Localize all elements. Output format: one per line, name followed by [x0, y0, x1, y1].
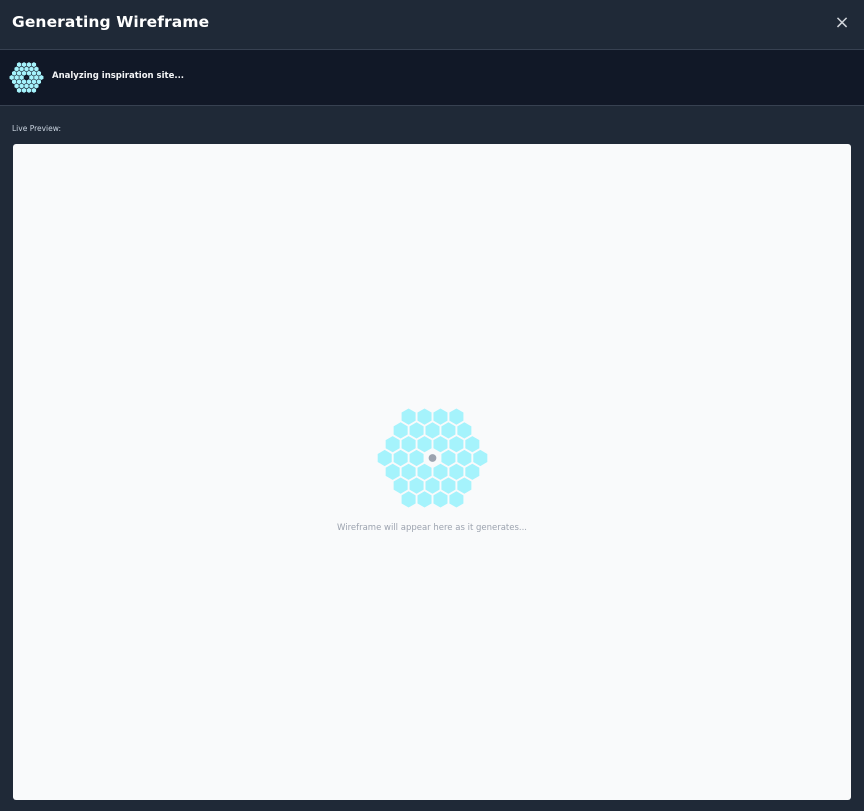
spinner-hex-cell — [449, 408, 464, 425]
spinner-hex-cell — [14, 66, 19, 72]
spinner-hex-cell — [9, 74, 14, 81]
generating-wireframe-dialog: Generating Wireframe × Analyzing inspira… — [0, 0, 864, 811]
spinner-hex-cell — [393, 477, 408, 494]
spinner-hex-cell — [409, 422, 424, 439]
spinner-hex-cell — [16, 62, 22, 68]
spinner-hex-cell — [16, 87, 22, 93]
spinner-hex-cell — [433, 463, 448, 480]
spinner-hex-cell — [36, 79, 42, 85]
spinner-hex-cell — [417, 408, 432, 425]
spinner-hex-cell — [417, 463, 432, 480]
spinner-hex-cell — [34, 74, 39, 81]
dialog-title: Generating Wireframe — [12, 13, 210, 31]
spinner-hex-cell — [425, 477, 440, 494]
spinner-hex-cell — [425, 422, 440, 439]
spinner-hex-cell — [401, 436, 416, 453]
spinner-hex-cell — [31, 87, 37, 93]
spinner-hex-cell — [34, 83, 39, 89]
hexagon-spinner-icon — [9, 62, 44, 93]
hexagon-spinner-icon — [377, 408, 488, 508]
spinner-hex-cell — [39, 74, 44, 81]
spinner-hex-cell — [449, 491, 464, 508]
dialog-header: Generating Wireframe × — [0, 0, 864, 50]
spinner-hex-cell — [465, 436, 480, 453]
spinner-hex-cell — [26, 70, 32, 76]
spinner-hex-cell — [14, 74, 19, 81]
spinner-hex-cell — [385, 436, 400, 453]
spinner-hex-cell — [16, 79, 22, 85]
spinner-hex-cell — [385, 463, 400, 480]
preview-placeholder-message: Wireframe will appear here as it generat… — [336, 523, 528, 533]
spinner-hex-cell — [449, 463, 464, 480]
spinner-hex-cell — [433, 491, 448, 508]
spinner-hex-cell — [465, 463, 480, 480]
spinner-hex-cell — [11, 79, 17, 85]
spinner-hex-cell — [377, 449, 392, 467]
spinner-hex-cell — [19, 74, 24, 81]
status-bar: Analyzing inspiration site... — [0, 50, 864, 106]
live-preview-label: Live Preview: — [12, 124, 62, 133]
spinner-center-dot — [25, 76, 28, 79]
spinner-hex-cell — [16, 70, 22, 76]
spinner-hex-cell — [401, 463, 416, 480]
spinner-hex-cell — [14, 83, 19, 89]
spinner-hex-cell — [11, 70, 17, 76]
spinner-hex-cell — [441, 477, 456, 494]
spinner-hex-cell — [417, 436, 432, 453]
spinner-hex-cell — [29, 66, 34, 72]
spinner-hex-cell — [473, 449, 488, 467]
spinner-hex-cell — [31, 79, 37, 85]
spinner-hex-cell — [29, 83, 34, 89]
spinner-hex-cell — [401, 491, 416, 508]
spinner-hex-cell — [19, 66, 24, 72]
spinner-hex-cell — [26, 79, 32, 85]
spinner-hex-cell — [34, 66, 39, 72]
spinner-hex-cell — [433, 408, 448, 425]
spinner-hex-cell — [26, 62, 32, 68]
status-text: Analyzing inspiration site... — [52, 71, 185, 81]
spinner-hex-cell — [19, 83, 24, 89]
spinner-hex-cell — [457, 477, 472, 494]
spinner-hex-cell — [417, 491, 432, 508]
spinner-hex-cell — [449, 436, 464, 453]
spinner-hex-cell — [433, 436, 448, 453]
spinner-hex-cell — [26, 87, 32, 93]
spinner-hex-cell — [457, 422, 472, 439]
spinner-hex-cell — [393, 422, 408, 439]
close-button[interactable]: × — [834, 13, 850, 33]
spinner-hex-cell — [409, 477, 424, 494]
spinner-hex-cell — [31, 62, 37, 68]
spinner-hex-cell — [21, 62, 27, 68]
live-preview-canvas: Wireframe will appear here as it generat… — [13, 144, 851, 800]
spinner-hex-cell — [36, 70, 42, 76]
spinner-center-dot — [428, 454, 437, 462]
spinner-hex-cell — [24, 66, 29, 72]
spinner-hex-cell — [401, 408, 416, 425]
spinner-hex-cell — [21, 79, 27, 85]
spinner-hex-cell — [24, 83, 29, 89]
close-icon: × — [834, 12, 850, 33]
spinner-hex-cell — [31, 70, 37, 76]
spinner-hex-cell — [29, 74, 34, 81]
spinner-hex-cell — [441, 449, 456, 467]
spinner-hex-cell — [21, 70, 27, 76]
spinner-hex-cell — [21, 87, 27, 93]
spinner-hex-cell — [409, 449, 424, 467]
spinner-hex-cell — [393, 449, 408, 467]
spinner-hex-cell — [457, 449, 472, 467]
spinner-hex-cell — [441, 422, 456, 439]
